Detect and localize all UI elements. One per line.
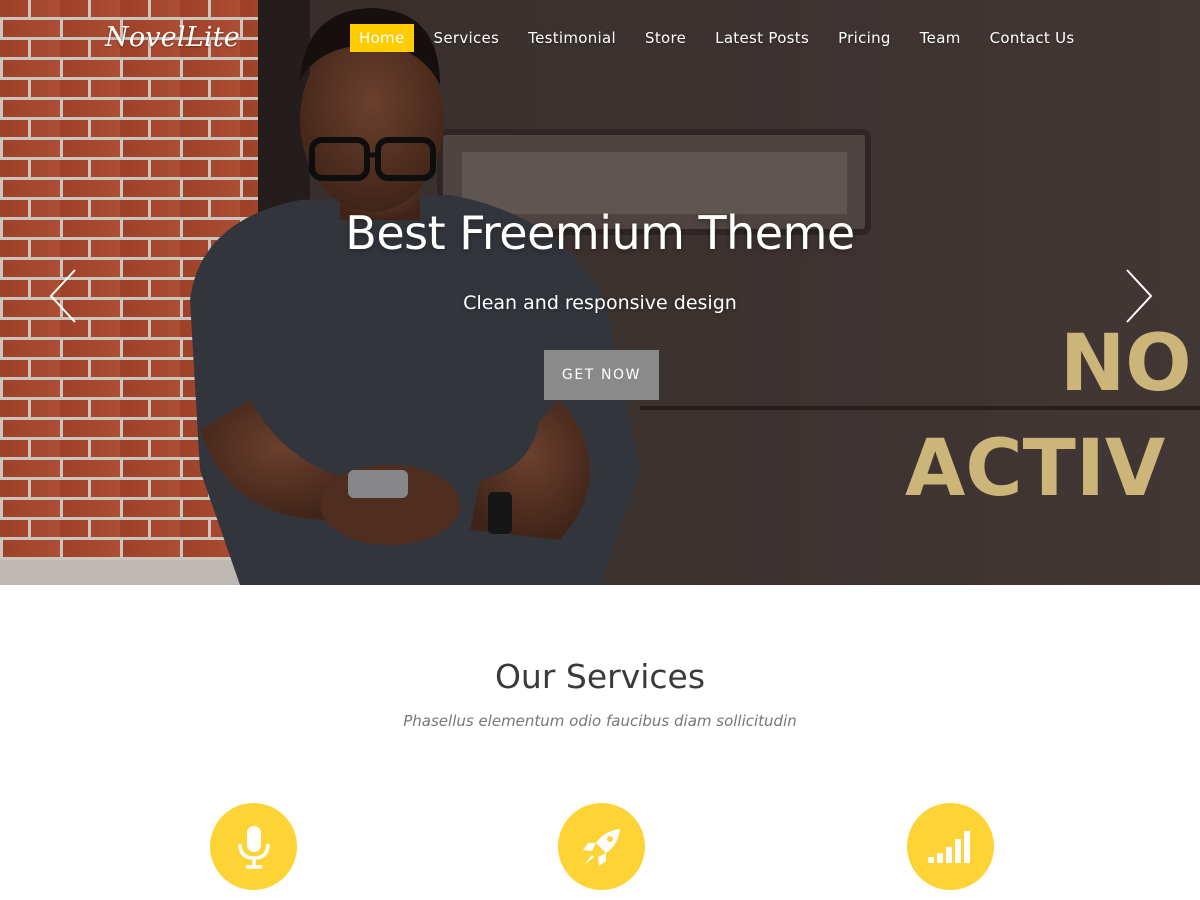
- nav-item-home[interactable]: Home: [350, 24, 414, 52]
- service-signal[interactable]: [907, 803, 994, 890]
- microphone-icon: [237, 825, 270, 869]
- services-section: Our Services Phasellus elementum odio fa…: [0, 585, 1200, 900]
- nav-item-pricing[interactable]: Pricing: [829, 24, 900, 52]
- nav-item-contact-us[interactable]: Contact Us: [981, 24, 1084, 52]
- services-title: Our Services: [494, 657, 706, 696]
- chevron-right-icon: [1126, 269, 1153, 323]
- signal-bars-icon: [927, 830, 970, 863]
- nav-item-store[interactable]: Store: [636, 24, 695, 52]
- services-subtitle: Phasellus elementum odio faucibus diam s…: [403, 712, 797, 730]
- site-logo[interactable]: NovelLite: [105, 22, 240, 53]
- hero-subtitle: Clean and responsive design: [463, 292, 737, 314]
- chevron-left-icon: [49, 269, 76, 323]
- nav-item-latest-posts[interactable]: Latest Posts: [706, 24, 818, 52]
- hero-title: Best Freemium Theme: [345, 206, 855, 260]
- get-now-button[interactable]: GET NOW: [544, 350, 659, 400]
- nav-item-team[interactable]: Team: [911, 24, 970, 52]
- nav-item-testimonial[interactable]: Testimonial: [519, 24, 625, 52]
- service-rocket[interactable]: [558, 803, 645, 890]
- slider-next-button[interactable]: [1124, 268, 1154, 324]
- nav-item-services[interactable]: Services: [425, 24, 509, 52]
- slider-prev-button[interactable]: [48, 268, 78, 324]
- main-nav: Home Services Testimonial Store Latest P…: [350, 23, 1095, 53]
- page: NO ACTIV NovelLite Home Services Testimo…: [0, 0, 1200, 900]
- rocket-icon: [582, 828, 620, 866]
- service-microphone[interactable]: [210, 803, 297, 890]
- hero-slider: NO ACTIV NovelLite Home Services Testimo…: [0, 0, 1200, 585]
